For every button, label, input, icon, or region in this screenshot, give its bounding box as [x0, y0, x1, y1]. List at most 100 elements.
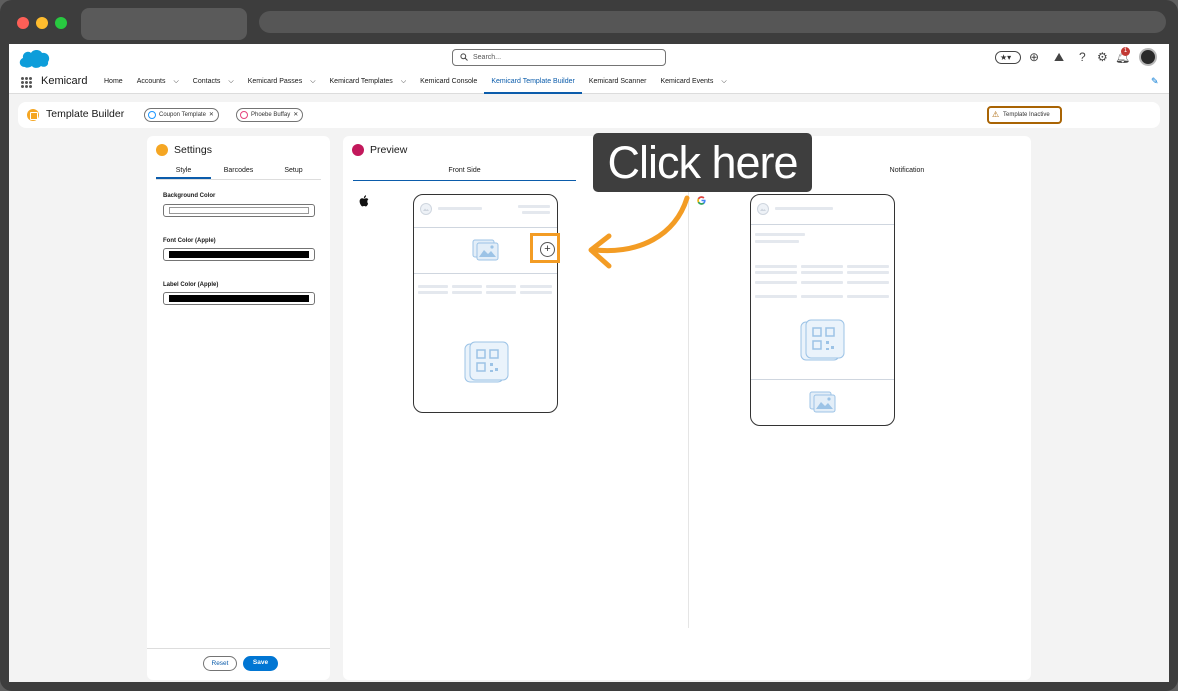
notification-badge: 1	[1121, 47, 1130, 56]
preview-title: Preview	[370, 144, 408, 156]
placeholder-bar	[847, 271, 889, 274]
nav-item-home[interactable]: Home	[97, 70, 130, 94]
remove-contact-icon[interactable]: ✕	[293, 112, 298, 118]
placeholder-bar	[438, 207, 482, 210]
avatar[interactable]	[1139, 48, 1157, 66]
reset-button[interactable]: Reset	[203, 656, 237, 671]
nav-item-kemicard-events[interactable]: Kemicard Events ⌵	[653, 70, 733, 94]
remove-template-icon[interactable]: ✕	[209, 112, 214, 118]
warning-icon: ⚠	[992, 110, 1000, 119]
chevron-down-icon[interactable]: ⌵	[401, 78, 406, 85]
settings-title: Settings	[174, 144, 212, 156]
image-placeholder-icon	[472, 239, 499, 261]
nav-item-kemicard-passes[interactable]: Kemicard Passes ⌵	[241, 70, 323, 94]
placeholder-bar	[418, 285, 448, 288]
font-color-field[interactable]	[163, 248, 315, 261]
placeholder-bar	[486, 291, 516, 294]
add-icon[interactable]: ⊕	[1029, 50, 1039, 64]
chevron-down-icon[interactable]: ⌵	[173, 78, 178, 85]
tab-barcodes[interactable]: Barcodes	[211, 163, 266, 179]
browser-tab[interactable]	[81, 8, 247, 40]
chevron-down-icon[interactable]: ⌵	[310, 78, 315, 85]
salesforce-page: Search... ★▾ ⊕ ⛰ ? ⚙ 🔔︎ 1 Kemicard Home A…	[9, 44, 1169, 682]
placeholder-bar	[520, 285, 552, 288]
favorites-button[interactable]: ★▾	[995, 51, 1021, 64]
add-image-button[interactable]: +	[540, 242, 555, 257]
nav-item-label: Home	[104, 78, 123, 85]
background-color-field[interactable]	[163, 204, 315, 217]
builder-header: Template Builder Coupon Template ✕ Phoebe…	[18, 102, 1160, 128]
page-title: Template Builder	[46, 108, 125, 120]
template-icon	[148, 111, 156, 119]
tab-setup[interactable]: Setup	[266, 163, 321, 179]
settings-tabs: Style Barcodes Setup	[156, 163, 321, 180]
qr-code-placeholder-icon	[800, 319, 845, 361]
placeholder-bar	[847, 295, 889, 298]
search-icon	[460, 53, 468, 61]
salesforce-cloud-icon[interactable]	[17, 47, 51, 69]
separator	[414, 227, 557, 228]
placeholder-bar	[801, 265, 843, 268]
nav-item-kemicard-templates[interactable]: Kemicard Templates ⌵	[323, 70, 414, 94]
help-icon[interactable]: ?	[1079, 50, 1086, 64]
background-color-swatch	[169, 207, 309, 214]
label-color-field[interactable]	[163, 292, 315, 305]
placeholder-bar	[518, 205, 550, 208]
app-window: Search... ★▾ ⊕ ⛰ ? ⚙ 🔔︎ 1 Kemicard Home A…	[0, 0, 1178, 691]
nav-item-label: Accounts	[136, 78, 166, 85]
placeholder-bar	[755, 281, 797, 284]
edit-nav-icon[interactable]: ✎	[1151, 76, 1159, 87]
global-search-input[interactable]: Search...	[452, 49, 666, 66]
trailhead-icon[interactable]: ⛰	[1054, 50, 1064, 64]
placeholder-bar	[775, 207, 833, 210]
tab-style[interactable]: Style	[156, 163, 211, 179]
contact-pill[interactable]: Phoebe Buffay ✕	[236, 108, 304, 122]
settings-footer: Reset Save	[147, 648, 330, 680]
nav-item-kemicard-console[interactable]: Kemicard Console	[413, 70, 484, 94]
separator	[751, 379, 894, 380]
google-pass-preview	[750, 194, 895, 426]
placeholder-bar	[486, 285, 516, 288]
save-button[interactable]: Save	[243, 656, 278, 671]
label-color-swatch	[169, 295, 309, 302]
close-window-button[interactable]	[17, 17, 29, 29]
logo-placeholder-icon	[420, 203, 432, 215]
background-color-label: Background Color	[163, 193, 216, 199]
settings-panel: Settings Style Barcodes Setup Background…	[147, 136, 330, 680]
nav-item-label: Contacts	[192, 78, 221, 85]
logo-placeholder-icon	[757, 203, 769, 215]
global-header: Search... ★▾ ⊕ ⛰ ? ⚙ 🔔︎ 1 Kemicard Home A…	[9, 44, 1169, 94]
app-launcher-icon[interactable]	[21, 77, 32, 88]
contact-icon	[240, 111, 248, 119]
separator	[751, 224, 894, 225]
minimize-window-button[interactable]	[36, 17, 48, 29]
favorites-star-icon: ★▾	[1000, 53, 1012, 62]
nav-item-kemicard-scanner[interactable]: Kemicard Scanner	[582, 70, 654, 94]
nav-item-kemicard-template-builder[interactable]: Kemicard Template Builder	[484, 70, 582, 94]
nav-item-contacts[interactable]: Contacts ⌵	[186, 70, 241, 94]
chevron-down-icon[interactable]: ⌵	[721, 78, 726, 85]
placeholder-bar	[418, 291, 448, 294]
gear-icon[interactable]: ⚙	[1097, 50, 1108, 64]
placeholder-bar	[755, 233, 805, 236]
image-placeholder-icon	[809, 391, 836, 413]
address-bar[interactable]	[259, 11, 1166, 33]
search-placeholder: Search...	[473, 54, 502, 61]
contact-pill-label: Phoebe Buffay	[251, 112, 291, 118]
placeholder-bar	[755, 271, 797, 274]
chevron-down-icon[interactable]: ⌵	[228, 78, 233, 85]
tab-front-side[interactable]: Front Side	[353, 163, 576, 181]
navigation-bar: Home Accounts ⌵ Contacts ⌵ Kemicard Passes ⌵ Ke…	[97, 70, 734, 94]
placeholder-bar	[755, 295, 797, 298]
tab-notification[interactable]: Notification	[798, 163, 1016, 181]
apple-icon	[359, 195, 369, 207]
nav-item-accounts[interactable]: Accounts ⌵	[130, 70, 186, 94]
placeholder-bar	[755, 265, 797, 268]
tutorial-callout: Click here	[593, 133, 812, 192]
highlight-box: +	[530, 233, 560, 263]
status-label: Template Inactive	[1003, 112, 1050, 118]
template-pill[interactable]: Coupon Template ✕	[144, 108, 219, 122]
maximize-window-button[interactable]	[55, 17, 67, 29]
template-pill-label: Coupon Template	[159, 112, 206, 118]
font-color-swatch	[169, 251, 309, 258]
